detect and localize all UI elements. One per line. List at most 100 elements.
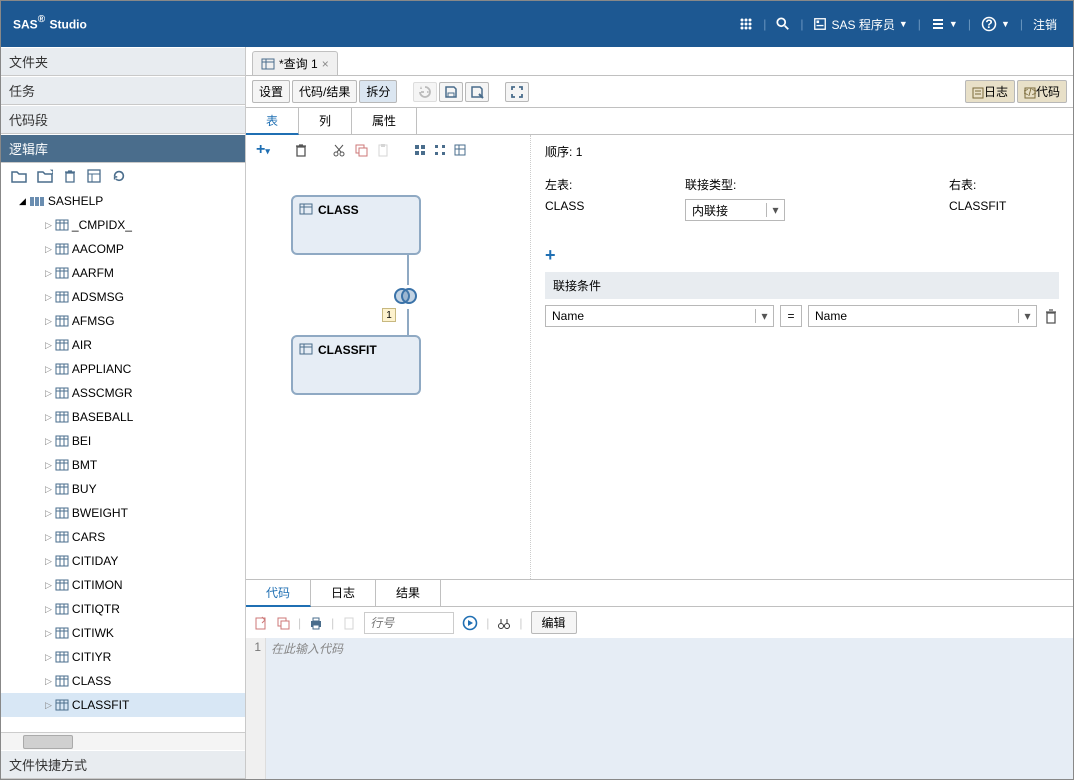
code-editor[interactable]: 1 在此输入代码 [246, 638, 1073, 779]
save-icon[interactable] [439, 82, 463, 102]
codetab-code[interactable]: 代码 [246, 580, 311, 607]
tree-item[interactable]: ▷APPLIANC [1, 357, 245, 381]
more-menu-icon[interactable]: ▼ [927, 15, 962, 33]
edit-button[interactable]: 编辑 [531, 611, 577, 634]
find-icon[interactable] [497, 616, 511, 630]
tree-item[interactable]: ▷CITIMON [1, 573, 245, 597]
layout1-icon[interactable] [414, 144, 426, 156]
cond-right-select[interactable]: Name▾ [808, 305, 1037, 327]
tree-item[interactable]: ▷BUY [1, 477, 245, 501]
cut-icon[interactable] [332, 143, 346, 157]
apps-icon[interactable] [735, 15, 757, 33]
export-icon[interactable] [254, 616, 268, 630]
join-badge[interactable]: 1 [382, 308, 396, 322]
saveas-icon[interactable] [465, 82, 489, 102]
tab-close-icon[interactable]: × [322, 57, 329, 71]
nav-tasks[interactable]: 任务 [1, 76, 245, 105]
right-table-label: 右表: [949, 176, 1059, 193]
library-tree[interactable]: ◢ SASHELP ▷_CMPIDX_▷AACOMP▷AARFM▷ADSMSG▷… [1, 189, 245, 732]
tree-item[interactable]: ▷CITIDAY [1, 549, 245, 573]
help-icon[interactable]: ? ▼ [977, 14, 1014, 34]
codetab-result[interactable]: 结果 [376, 580, 441, 606]
scrollbar-horizontal[interactable] [1, 732, 245, 750]
refresh-icon[interactable] [111, 169, 127, 183]
paste-icon[interactable] [376, 143, 390, 157]
code-placeholder: 在此输入代码 [266, 638, 1073, 779]
tree-item[interactable]: ▷AARFM [1, 261, 245, 285]
search-icon[interactable] [772, 15, 794, 33]
split-button[interactable]: 拆分 [359, 80, 397, 103]
new-lib-icon[interactable]: ★ [37, 169, 53, 183]
tree-item[interactable]: ▷_CMPIDX_ [1, 213, 245, 237]
subtab-props[interactable]: 属性 [352, 108, 417, 134]
nav-shortcuts[interactable]: 文件快捷方式 [1, 750, 245, 779]
canvas-pane: +▾ CLA [246, 135, 531, 579]
cond-left-select[interactable]: Name▾ [545, 305, 774, 327]
tree-item[interactable]: ▷CARS [1, 525, 245, 549]
paste-code-icon[interactable] [342, 616, 356, 630]
join-type-select[interactable]: 内联接▾ [685, 199, 785, 221]
line-number-input[interactable] [364, 612, 454, 634]
tree-item[interactable]: ▷BMT [1, 453, 245, 477]
chevron-down-icon[interactable]: ▾ [766, 203, 784, 217]
code-button[interactable]: </>代码 [1017, 80, 1067, 103]
tab-query1[interactable]: *查询 1 × [252, 51, 338, 75]
add-condition-button[interactable]: + [545, 241, 556, 272]
tree-item[interactable]: ▷CITIWK [1, 621, 245, 645]
tree-item-label: CARS [72, 530, 105, 544]
properties-icon[interactable] [87, 169, 101, 183]
tree-item[interactable]: ▷BWEIGHT [1, 501, 245, 525]
copy-code-icon[interactable] [276, 616, 290, 630]
user-menu[interactable]: SAS 程序员 ▼ [809, 14, 911, 35]
delete-table-icon[interactable] [294, 143, 308, 157]
print-icon[interactable] [309, 616, 323, 630]
tree-item[interactable]: ▷BEI [1, 429, 245, 453]
join-canvas[interactable]: CLASS 1 CLASSFIT [246, 165, 530, 579]
tree-item-label: AACOMP [72, 242, 124, 256]
tree-item[interactable]: ▷CITIQTR [1, 597, 245, 621]
copy-icon[interactable] [354, 143, 368, 157]
go-icon[interactable] [462, 615, 478, 631]
tree-item[interactable]: ▷BASEBALL [1, 405, 245, 429]
codetab-log[interactable]: 日志 [311, 580, 376, 606]
tree-item[interactable]: ▷ADSMSG [1, 285, 245, 309]
order-label: 顺序: 1 [545, 143, 582, 160]
tree-item[interactable]: ▷CLASSFIT [1, 693, 245, 717]
chevron-down-icon[interactable]: ▾ [755, 309, 773, 323]
subtab-columns[interactable]: 列 [299, 108, 352, 134]
tree-item-label: APPLIANC [72, 362, 131, 376]
layout2-icon[interactable] [434, 144, 446, 156]
subtab-tables[interactable]: 表 [246, 108, 299, 135]
add-icon[interactable]: +▾ [256, 141, 270, 159]
fullscreen-icon[interactable] [505, 82, 529, 102]
tree-item[interactable]: ▷AFMSG [1, 309, 245, 333]
tree-item-label: CLASS [72, 674, 111, 688]
tree-item[interactable]: ▷ASSCMGR [1, 381, 245, 405]
delete-icon[interactable] [63, 169, 77, 183]
node-class-label: CLASS [318, 203, 359, 217]
open-icon[interactable] [11, 169, 27, 183]
nav-folders[interactable]: 文件夹 [1, 47, 245, 76]
code-pane: 代码 日志 结果 | | | | 编辑 [246, 579, 1073, 779]
nav-libraries[interactable]: 逻辑库 [1, 134, 245, 163]
join-venn-icon[interactable] [394, 287, 420, 307]
node-class[interactable]: CLASS [291, 195, 421, 255]
tree-item-label: CITIYR [72, 650, 111, 664]
signout-button[interactable]: 注销 [1029, 14, 1061, 35]
tree-item-label: BWEIGHT [72, 506, 128, 520]
log-button[interactable]: 日志 [965, 80, 1015, 103]
cond-operator[interactable]: = [780, 305, 802, 327]
tree-item[interactable]: ▷CLASS [1, 669, 245, 693]
layout3-icon[interactable] [454, 144, 466, 156]
chevron-down-icon[interactable]: ▾ [1018, 309, 1036, 323]
settings-button[interactable]: 设置 [252, 80, 290, 103]
delete-condition-icon[interactable] [1043, 308, 1059, 324]
node-classfit[interactable]: CLASSFIT [291, 335, 421, 395]
tree-item[interactable]: ▷AIR [1, 333, 245, 357]
tree-item-label: CLASSFIT [72, 698, 129, 712]
tree-item[interactable]: ▷CITIYR [1, 645, 245, 669]
nav-snippets[interactable]: 代码段 [1, 105, 245, 134]
tree-parent-sashelp[interactable]: ◢ SASHELP [1, 189, 245, 213]
tree-item[interactable]: ▷AACOMP [1, 237, 245, 261]
coderesult-button[interactable]: 代码/结果 [292, 80, 357, 103]
